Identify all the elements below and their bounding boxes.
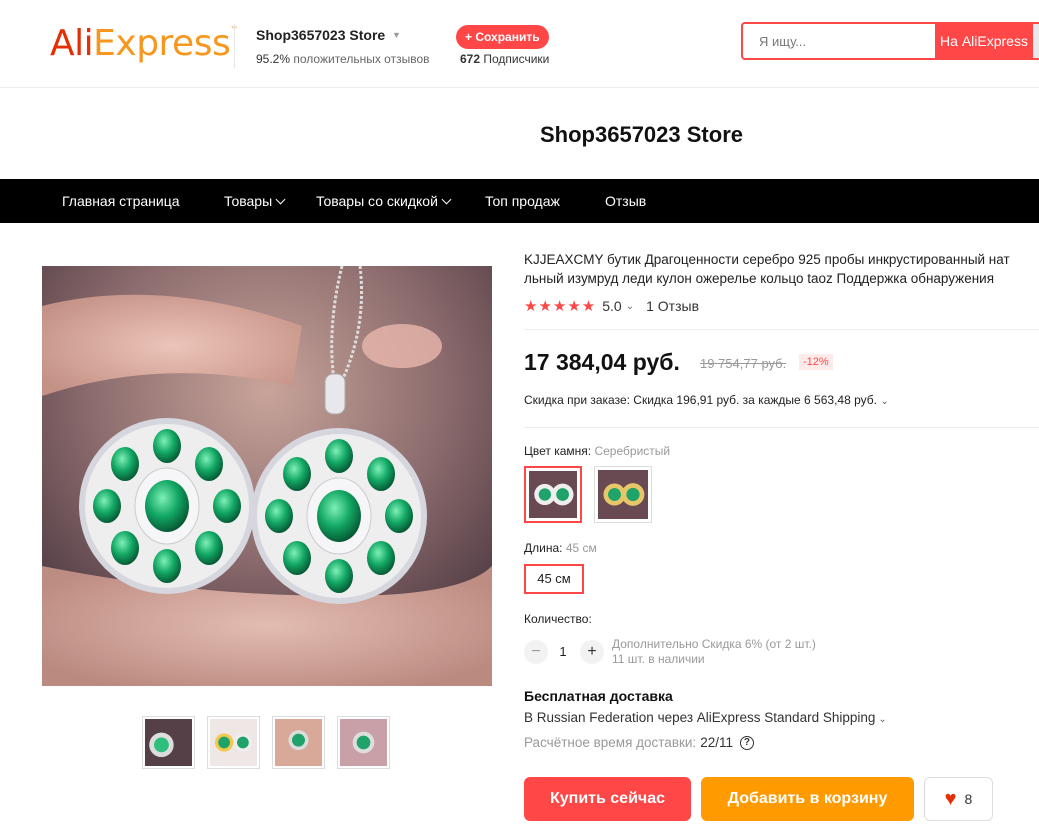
quantity-label: Количество: (524, 612, 592, 626)
divider (524, 329, 1039, 330)
wishlist-count: 8 (964, 791, 973, 807)
add-to-cart-button[interactable]: Добавить в корзину (701, 777, 914, 821)
store-coupon[interactable]: Скидка при заказе: Скидка 196,91 руб. за… (524, 393, 889, 407)
divider (524, 427, 1039, 428)
rating-stars-icon: ★★★★★ (524, 298, 597, 315)
store-banner: Shop3657023 Store (0, 89, 1039, 179)
thumbnail-strip (142, 716, 390, 769)
search-bar: На AliExpress (741, 22, 1039, 60)
delivery-time: Расчётное время доставки: 22/11 ? (524, 735, 754, 750)
color-option-gold[interactable] (594, 466, 652, 523)
quantity-note: Дополнительно Скидка 6% (от 2 шт.) 11 шт… (612, 637, 816, 666)
nav-item-products[interactable]: Товары (224, 179, 286, 223)
nav-item-sale[interactable]: Товары со скидкой (316, 179, 452, 223)
quantity-plus-button[interactable]: + (580, 640, 604, 664)
header-divider (234, 24, 235, 68)
quantity-input[interactable]: 1 (553, 644, 573, 659)
color-option-silver[interactable] (524, 466, 582, 523)
length-label: Длина: 45 см (524, 541, 597, 555)
reviews-link[interactable]: 1 Отзыв (646, 298, 699, 314)
heart-icon: ♥ (944, 787, 957, 810)
site-header: AliExpress™ Shop3657023 Store ▼ 95.2% по… (0, 0, 1039, 88)
thumbnail[interactable] (207, 716, 260, 769)
store-rating: 95.2% положительных отзывов (256, 52, 430, 66)
subscribers-count: 672 Подписчики (460, 52, 550, 66)
aliexpress-logo[interactable]: AliExpress™ (50, 26, 238, 62)
product-main-image[interactable] (42, 266, 492, 686)
rating-value[interactable]: 5.0 (602, 298, 621, 314)
nav-item-feedback[interactable]: Отзыв (605, 179, 646, 223)
current-price: 17 384,04 руб. (524, 349, 680, 375)
shipping-title: Бесплатная доставка (524, 688, 673, 704)
save-store-button[interactable]: + Сохранить (456, 25, 549, 49)
length-option[interactable]: 45 см (524, 564, 584, 594)
help-icon[interactable]: ? (739, 735, 754, 750)
wishlist-button[interactable]: ♥ 8 (924, 777, 993, 821)
nav-item-home[interactable]: Главная страница (62, 179, 180, 223)
chevron-down-icon (275, 194, 286, 205)
chevron-down-icon[interactable]: ▼ (392, 30, 401, 40)
chevron-down-icon: ⌄ (880, 396, 889, 407)
store-nav: Главная страница Товары Товары со скидко… (0, 179, 1039, 223)
original-price: 19 754,77 руб. (700, 356, 787, 371)
thumbnail[interactable] (272, 716, 325, 769)
search-button[interactable]: На AliExpress (935, 24, 1033, 58)
nav-item-top-sales[interactable]: Топ продаж (485, 179, 560, 223)
chevron-down-icon (441, 194, 452, 205)
emerald-jewelry-illustration (42, 266, 492, 686)
rating-row: ★★★★★ 5.0 ⌄ 1 Отзыв (524, 297, 699, 315)
store-banner-title: Shop3657023 Store (540, 122, 743, 147)
thumbnail[interactable] (142, 716, 195, 769)
store-name[interactable]: Shop3657023 Store (256, 27, 385, 43)
buy-now-button[interactable]: Купить сейчас (524, 777, 691, 821)
color-label: Цвет камня: Серебристый (524, 444, 671, 458)
search-extra-area (1033, 24, 1039, 58)
search-input[interactable] (743, 24, 935, 58)
thumbnail[interactable] (337, 716, 390, 769)
shipping-method[interactable]: В Russian Federation через AliExpress St… (524, 710, 887, 725)
chevron-down-icon[interactable]: ⌄ (626, 301, 634, 312)
product-title: KJJEAXCMY бутик Драгоценности серебро 92… (524, 252, 1010, 286)
discount-badge: -12% (799, 354, 833, 370)
chevron-down-icon: ⌄ (878, 714, 887, 725)
quantity-minus-button[interactable]: − (524, 640, 548, 664)
